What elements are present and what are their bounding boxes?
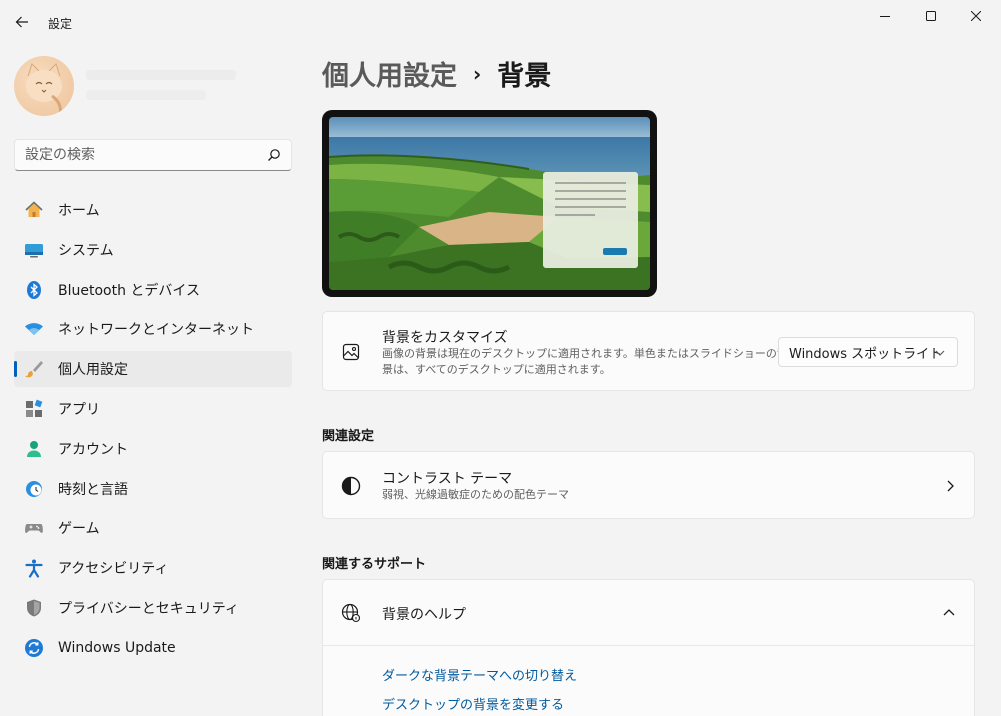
- back-button[interactable]: [10, 10, 34, 34]
- wifi-icon: [24, 319, 44, 339]
- background-help-header[interactable]: 背景のヘルプ: [323, 580, 974, 646]
- related-settings-heading: 関連設定: [322, 429, 375, 444]
- chevron-right-icon: [947, 480, 954, 492]
- apps-icon: [24, 399, 44, 419]
- sidebar-item-accounts[interactable]: アカウント: [14, 431, 292, 467]
- search-icon[interactable]: [267, 148, 281, 162]
- customize-description-line2: 景は、すべてのデスクトップに適用されます。: [382, 363, 611, 376]
- brush-icon: [24, 359, 44, 379]
- sidebar-item-accessibility[interactable]: アクセシビリティ: [14, 550, 292, 586]
- image-icon: [341, 342, 361, 362]
- close-button[interactable]: [953, 4, 999, 28]
- account-name-placeholder: [86, 70, 236, 80]
- sidebar-item-label: ネットワークとインターネット: [58, 322, 254, 339]
- sidebar-item-windows-update[interactable]: Windows Update: [14, 630, 292, 666]
- breadcrumb-separator: ›: [473, 61, 482, 86]
- sidebar-item-gaming[interactable]: ゲーム: [14, 510, 292, 546]
- globe-help-icon: [341, 603, 361, 623]
- sidebar-item-apps[interactable]: アプリ: [14, 391, 292, 427]
- chevron-down-icon: [935, 350, 945, 356]
- monitor-icon: [24, 240, 44, 260]
- arrow-left-icon: [15, 16, 28, 28]
- sidebar-item-label: システム: [58, 242, 114, 259]
- link-dark-theme[interactable]: ダークな背景テーマへの切り替え: [382, 665, 577, 684]
- sidebar-item-label: アプリ: [58, 401, 100, 418]
- background-help-title: 背景のヘルプ: [382, 607, 466, 623]
- link-change-desktop-background[interactable]: デスクトップの背景を変更する: [382, 694, 564, 713]
- landscape-preview-image: [329, 117, 650, 290]
- home-icon: [24, 200, 44, 220]
- background-preview: [322, 110, 657, 297]
- sidebar-item-label: 時刻と言語: [58, 481, 128, 498]
- sidebar-item-label: ゲーム: [58, 521, 100, 538]
- sidebar-item-label: アカウント: [58, 441, 128, 458]
- close-icon: [971, 11, 981, 21]
- accessibility-icon: [24, 558, 44, 578]
- contrast-description: 弱視、光線過敏症のための配色テーマ: [382, 488, 569, 501]
- sidebar-item-personalization[interactable]: 個人用設定: [14, 351, 292, 388]
- update-icon: [24, 638, 44, 658]
- person-icon: [24, 439, 44, 459]
- account-email-placeholder: [86, 90, 206, 100]
- sidebar-item-system[interactable]: システム: [14, 232, 292, 268]
- sidebar-item-label: プライバシーとセキュリティ: [58, 600, 239, 617]
- sidebar-item-time-language[interactable]: 時刻と言語: [14, 471, 292, 507]
- sidebar-item-network[interactable]: ネットワークとインターネット: [14, 311, 292, 347]
- search-box[interactable]: [14, 139, 292, 171]
- search-input[interactable]: [25, 147, 255, 163]
- related-support-heading: 関連するサポート: [322, 557, 427, 572]
- maximize-button[interactable]: [908, 4, 954, 28]
- sidebar-item-label: Windows Update: [58, 639, 176, 656]
- minimize-icon: [880, 16, 890, 17]
- sidebar-item-label: 個人用設定: [58, 362, 128, 379]
- sidebar-item-label: アクセシビリティ: [58, 561, 169, 578]
- page-title: 背景: [497, 61, 552, 92]
- breadcrumb-parent[interactable]: 個人用設定: [322, 54, 457, 93]
- sidebar-item-label: ホーム: [58, 203, 100, 219]
- dropdown-selected-value: Windows スポットライト: [789, 346, 943, 362]
- contrast-title: コントラスト テーマ: [382, 471, 513, 487]
- shield-icon: [24, 598, 44, 618]
- gamepad-icon: [24, 518, 44, 538]
- sidebar-item-privacy[interactable]: プライバシーとセキュリティ: [14, 590, 292, 626]
- title-bar: 設定: [0, 0, 1001, 44]
- contrast-icon: [341, 476, 361, 496]
- customize-background-card: 背景をカスタマイズ 画像の背景は現在のデスクトップに適用されます。単色またはスラ…: [322, 311, 975, 391]
- sidebar-item-bluetooth[interactable]: Bluetooth とデバイス: [14, 272, 292, 308]
- bluetooth-icon: [24, 280, 44, 300]
- app-title: 設定: [48, 17, 73, 31]
- sidebar-item-home[interactable]: ホーム: [14, 192, 292, 228]
- clock-globe-icon: [24, 479, 44, 499]
- avatar: [14, 56, 74, 116]
- breadcrumb: 個人用設定 › 背景: [322, 54, 551, 93]
- contrast-themes-card[interactable]: コントラスト テーマ 弱視、光線過敏症のための配色テーマ: [322, 451, 975, 519]
- minimize-button[interactable]: [862, 4, 908, 28]
- background-type-dropdown[interactable]: Windows スポットライト: [778, 337, 958, 367]
- sidebar-item-label: Bluetooth とデバイス: [58, 282, 200, 299]
- user-profile[interactable]: [14, 56, 254, 118]
- customize-description-line1: 画像の背景は現在のデスクトップに適用されます。単色またはスライドショーの背: [382, 347, 788, 360]
- chevron-up-icon[interactable]: [943, 608, 955, 618]
- customize-title: 背景をカスタマイズ: [382, 330, 508, 346]
- sidebar-nav: ホーム システム Bluetooth とデバイス ネットワークとインターネット …: [14, 192, 292, 670]
- cat-avatar-icon: [26, 63, 62, 116]
- maximize-icon: [926, 11, 936, 21]
